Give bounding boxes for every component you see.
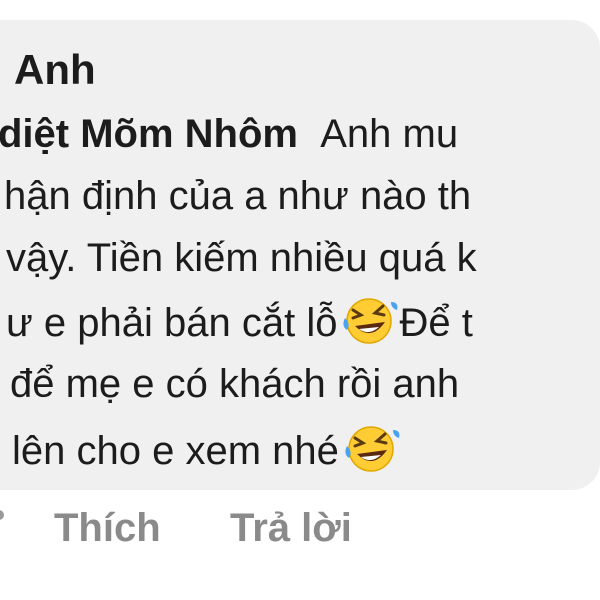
like-button[interactable]: Thích bbox=[54, 500, 161, 556]
comment-line-1: diệt Mõm Nhôm Anh mu bbox=[0, 110, 458, 158]
comment-screen: Anh diệt Mõm Nhôm Anh mu hận định của a … bbox=[0, 0, 600, 600]
comment-text-6: lên cho e xem nhé bbox=[12, 429, 339, 473]
comment-line-2: hận định của a như nào th bbox=[4, 174, 472, 218]
separator-dot bbox=[0, 510, 4, 520]
comment-line-3: vậy. Tiền kiếm nhiều quá k bbox=[6, 236, 477, 280]
comment-line-6: lên cho e xem nhé bbox=[12, 424, 401, 475]
comment-text-1: Anh mu bbox=[320, 112, 459, 156]
comment-line-5: để mẹ e có khách rồi anh bbox=[10, 362, 460, 406]
comment-text-4b: Để t bbox=[399, 301, 473, 345]
rolling-on-floor-laughing-icon bbox=[345, 426, 400, 472]
comment-text-4a: ư e phải bán cắt lỗ bbox=[6, 301, 338, 345]
reply-button[interactable]: Trả lời bbox=[230, 500, 352, 556]
mention-tag[interactable]: diệt Mõm Nhôm bbox=[0, 112, 298, 156]
comment-line-4: ư e phải bán cắt lỗ Để t bbox=[6, 296, 473, 347]
rolling-on-floor-laughing-icon bbox=[343, 298, 398, 344]
comment-author-name[interactable]: Anh bbox=[14, 46, 96, 94]
